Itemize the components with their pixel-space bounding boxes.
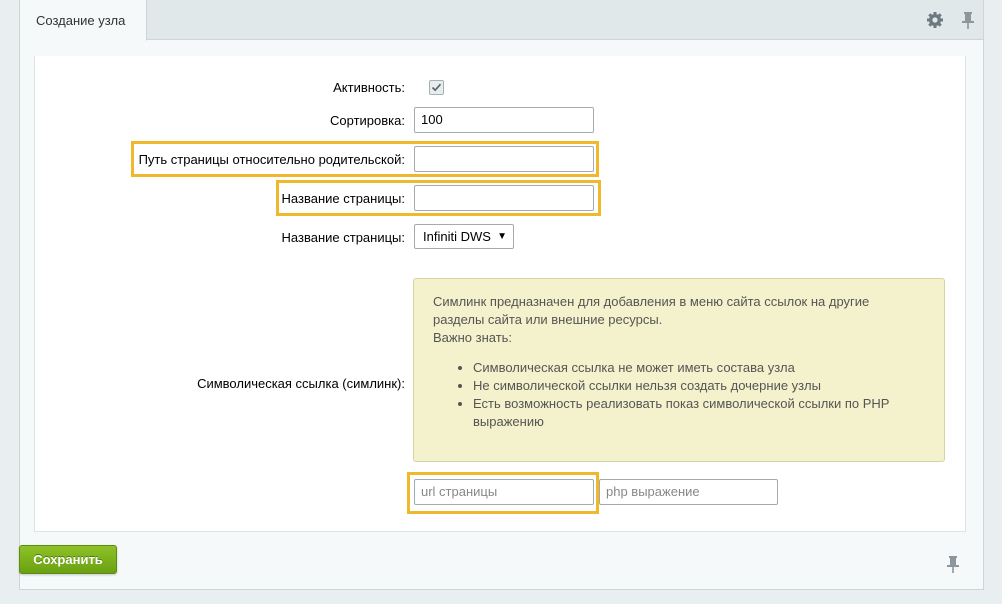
sort-input[interactable]: 100 [414,107,594,133]
note-item: Есть возможность реализовать показ симво… [473,395,925,431]
note-line-1: Симлинк предназначен для добавления в ме… [433,294,870,309]
page-name-label: Название страницы: [281,191,405,206]
php-expression-input[interactable]: php выражение [599,479,778,505]
note-item: Символическая ссылка не может иметь сост… [473,359,925,377]
edit-form-window: Создание узла Активность: Сортировка: 10… [19,0,984,590]
symlink-info-note: Симлинк предназначен для добавления в ме… [413,278,945,462]
page-name-input[interactable] [414,185,594,211]
note-line-3: Важно знать: [433,330,513,345]
url-input[interactable]: url страницы [414,479,594,505]
path-input[interactable] [414,146,594,172]
dropdown-arrow-icon: ▼ [497,231,507,242]
note-item: Не символической ссылки нельзя создать д… [473,377,925,395]
save-button[interactable]: Сохранить [19,545,117,574]
tab-title: Создание узла [36,13,126,28]
site-select[interactable]: Infiniti DWS ▼ [414,224,514,249]
note-list: Символическая ссылка не может иметь сост… [433,359,925,431]
pin-icon[interactable] [945,555,961,573]
sort-label: Сортировка: [330,113,405,128]
pin-icon[interactable] [959,11,977,29]
path-label: Путь страницы относительно родительской: [138,152,405,167]
tab-bar: Создание узла [20,0,983,41]
site-label: Название страницы: [281,230,405,245]
activity-label: Активность: [333,80,405,95]
checkmark-icon [431,83,442,92]
activity-checkbox[interactable] [429,80,444,95]
note-line-2: разделы сайта или внешние ресурсы. [433,312,663,327]
form-panel: Активность: Сортировка: 100 Путь страниц… [34,56,966,532]
gear-icon[interactable] [926,11,944,29]
site-select-value: Infiniti DWS [423,229,491,244]
tab-create-node[interactable]: Создание узла [20,0,147,41]
symlink-label: Символическая ссылка (симлинк): [197,376,405,391]
